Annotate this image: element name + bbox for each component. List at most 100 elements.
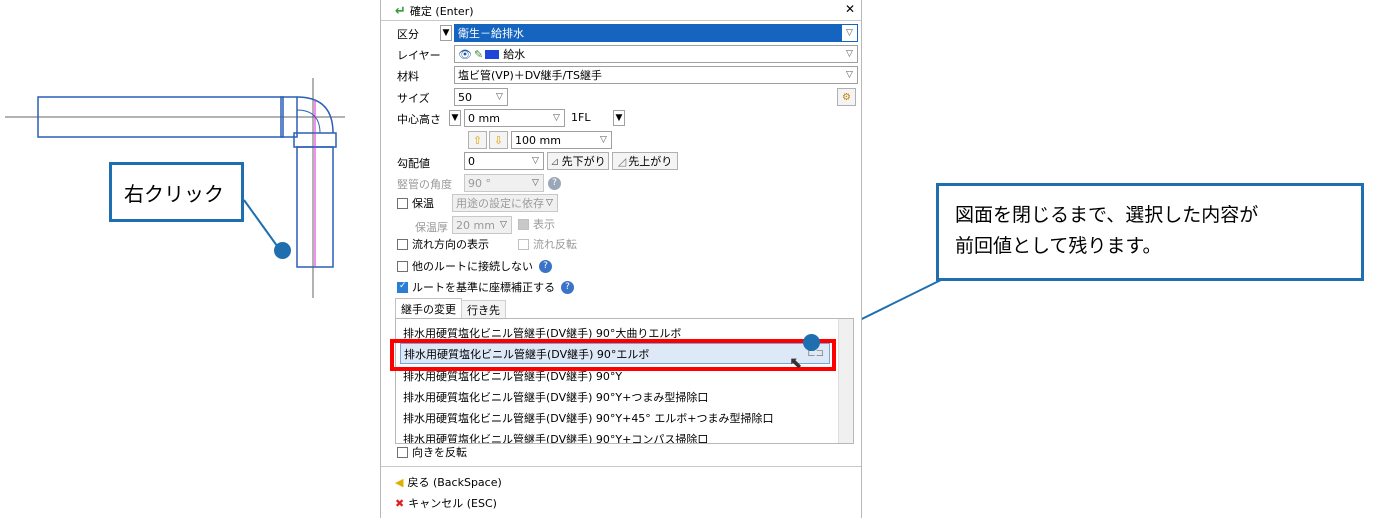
callout-pointer-dot [274,242,291,259]
note-line-2: 前回値として残ります。 [955,235,1162,257]
help-icon[interactable]: ? [539,259,552,273]
slope-down-icon: ⊿ [550,154,560,168]
material-value: 塩ビ管(VP)＋DV継手/TS継手 [458,69,602,82]
center-height-mode-dropdown[interactable]: ▼ [449,110,461,126]
pipe-drawing [5,78,345,298]
list-item[interactable]: 排水用硬質塩化ビニル管継手(DV継手) 90°Y+45° エルボ+つまみ型掃除口 [400,407,774,428]
insulation-value: 用途の設定に依存 [456,197,544,210]
slope-down-button[interactable]: ⊿ 先下がり [547,152,609,170]
header-divider [381,20,861,21]
back-label: 戻る (BackSpace) [407,476,502,489]
eye-icon: 👁 [458,47,472,61]
layer-select[interactable]: 👁 ✎ 給水 ▽ [454,45,858,63]
coord-correct-label: ルートを基準に座標補正する [412,281,555,294]
confirm-button[interactable]: ↵ 確定 (Enter) [395,1,474,21]
cancel-label: キャンセル (ESC) [408,497,497,510]
riser-angle-select[interactable]: 90 ° ▽ [464,174,544,192]
flow-reverse-checkbox-box[interactable] [518,238,529,250]
slope-down-label: 先下がり [561,155,606,168]
pencil-lock-icon: ✎ [473,47,484,61]
no-connect-checkbox-box[interactable] [397,260,408,272]
insulation-label: 保温 [412,197,434,210]
chevron-down-icon: ▽ [500,220,507,230]
insulation-checkbox-box[interactable] [397,197,408,209]
coord-correct-checkbox-box[interactable] [397,281,408,293]
chevron-down-icon: ▽ [846,70,853,80]
size-label: サイズ [397,92,430,105]
chevron-down-icon: ▽ [842,25,857,41]
flow-reverse-label: 流れ反転 [533,238,577,251]
chevron-down-icon: ▽ [546,198,553,208]
flow-direction-checkbox[interactable]: 流れ方向の表示 [397,234,489,254]
size-value: 50 [458,90,472,104]
chevron-down-icon: ▽ [496,92,503,102]
coord-correct-checkbox[interactable]: ルートを基準に座標補正する ? [397,277,574,297]
height-step-select[interactable]: 100 mm ▽ [511,131,612,149]
layer-value: 給水 [503,48,526,61]
chevron-down-icon: ▽ [846,49,853,59]
chevron-down-icon: ▽ [553,113,560,123]
slope-value: 0 [468,154,475,168]
lower-height-icon[interactable]: ⇩ [489,131,508,149]
material-select[interactable]: 塩ビ管(VP)＋DV継手/TS継手 ▽ [454,66,858,84]
right-click-callout-text: 右クリック [124,181,224,206]
tab-fitting-change[interactable]: 継手の変更 [395,298,462,319]
list-scrollbar[interactable] [838,319,853,443]
insulation-thickness-select[interactable]: 20 mm ▽ [452,216,512,234]
slope-up-button[interactable]: ◿ 先上がり [612,152,678,170]
tab-destination[interactable]: 行き先 [461,300,506,319]
list-item-label: 排水用硬質塩化ビニル管継手(DV継手) 90°Y+つまみ型掃除口 [403,390,709,404]
flow-direction-label: 流れ方向の表示 [412,238,489,251]
chevron-down-icon: ▽ [532,178,539,188]
reverse-direction-label: 向きを反転 [412,446,467,459]
note-pointer-dot [803,334,820,351]
flow-reverse-checkbox[interactable]: 流れ反転 [518,234,577,254]
slope-up-icon: ◿ [617,154,627,168]
size-select[interactable]: 50 ▽ [454,88,508,106]
cancel-x-icon: ✖ [395,496,405,510]
fitting-list[interactable]: 排水用硬質塩化ビニル管継手(DV継手) 90°大曲りエルボ 排水用硬質塩化ビニル… [395,318,854,444]
material-label: 材料 [397,70,419,83]
close-icon[interactable]: ✕ [845,2,855,16]
footer-divider [381,466,861,467]
floor-dropdown[interactable]: ▼ [613,110,625,126]
no-connect-checkbox[interactable]: 他のルートに接続しない ? [397,256,552,276]
reverse-direction-checkbox-box[interactable] [397,446,408,458]
note-line-1: 図面を閉じるまで、選択した内容が [955,204,1259,226]
chevron-down-icon: ▽ [600,135,607,145]
slope-label: 勾配値 [397,157,430,170]
no-connect-label: 他のルートに接続しない [412,260,533,273]
raise-height-icon[interactable]: ⇧ [468,131,487,149]
back-button[interactable]: ◀ 戻る (BackSpace) [395,472,502,492]
layer-label: レイヤー [397,49,441,62]
note-callout: 図面を閉じるまで、選択した内容が 前回値として残ります。 [936,183,1364,281]
help-icon[interactable]: ? [548,176,561,190]
mouse-cursor-icon: ⬉ [789,353,803,372]
category-filter-dropdown[interactable]: ▼ [440,25,452,41]
list-item[interactable]: 排水用硬質塩化ビニル管継手(DV継手) 90°Y+つまみ型掃除口 [400,386,708,407]
help-icon[interactable]: ? [561,280,574,294]
layer-color-swatch [485,49,500,59]
right-click-callout: 右クリック [109,162,244,222]
tab-destination-label: 行き先 [467,304,500,317]
selection-highlight-frame [390,339,836,371]
center-height-select[interactable]: 0 mm ▽ [464,109,565,127]
slope-select[interactable]: 0 ▽ [464,152,544,170]
confirm-label: 確定 (Enter) [409,5,474,18]
riser-angle-label: 竪管の角度 [397,178,452,191]
flow-direction-checkbox-box[interactable] [397,238,408,250]
reverse-direction-checkbox[interactable]: 向きを反転 [397,442,467,462]
floor-label: 1FL [571,111,591,124]
insulation-show-checkbox[interactable]: 表示 [518,214,555,234]
back-arrow-icon: ◀ [395,475,404,489]
insulation-show-checkbox-box[interactable] [518,218,529,230]
cancel-button[interactable]: ✖ キャンセル (ESC) [395,493,497,513]
insulation-select[interactable]: 用途の設定に依存 ▽ [452,194,558,212]
tab-fitting-change-label: 継手の変更 [401,303,456,316]
category-select[interactable]: 衛生－給排水 ▽ [454,24,858,42]
category-value: 衛生－給排水 [458,27,524,40]
route-settings-panel: ↵ 確定 (Enter) ✕ 区分 ▼ 衛生－給排水 ▽ レイヤー 👁 ✎ 給水… [380,0,862,518]
check-arrow-icon: ↵ [395,3,406,19]
size-settings-icon[interactable]: ⚙ [837,88,856,106]
insulation-checkbox[interactable]: 保温 [397,193,434,213]
